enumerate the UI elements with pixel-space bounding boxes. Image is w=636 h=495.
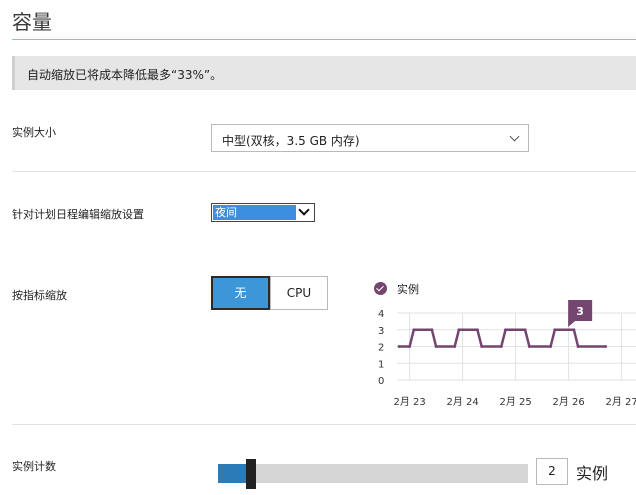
page-title: 容量 (12, 10, 52, 34)
chart-data-point (476, 328, 479, 332)
notice-text: 自动缩放已将成本降低最多“33%”。 (27, 68, 223, 82)
chart-data-point (549, 345, 552, 348)
chart-data-point (397, 345, 401, 348)
chart-y-tick-label: 4 (378, 309, 384, 320)
chart-data-point (480, 345, 484, 348)
chart-data-point (504, 328, 507, 332)
chart-data-point (553, 328, 557, 332)
chevron-down-icon (509, 131, 520, 142)
scale-option-cpu[interactable]: CPU (270, 276, 328, 310)
chart-y-tick-label: 2 (378, 343, 384, 354)
chart-y-tick-label: 0 (378, 376, 384, 387)
chart-x-tick-label: 2月 27 (605, 396, 636, 408)
instance-size-value: 中型(双核，3.5 GB 内存) (222, 134, 360, 148)
section-divider (12, 171, 636, 172)
chart-data-point (412, 328, 416, 332)
chart-data-point (576, 345, 580, 348)
chart-x-tick-label: 2月 24 (446, 396, 478, 408)
scale-option-none[interactable]: 无 (211, 276, 270, 310)
instance-count-slider-fill (218, 464, 246, 483)
autoscale-notice: 自动缩放已将成本降低最多“33%”。 (12, 56, 636, 90)
instance-count-slider-track[interactable] (218, 464, 528, 483)
chart-y-tick-label: 3 (378, 326, 384, 337)
schedule-select[interactable]: 夜间 (211, 203, 315, 222)
chart-annotation-pointer (568, 321, 576, 327)
chart-data-point (430, 328, 434, 332)
legend-check-icon[interactable] (374, 282, 387, 295)
scale-by-metric-label: 按指标缩放 (12, 289, 67, 302)
chart-data-point (457, 328, 461, 332)
chart-data-point (499, 345, 503, 348)
chart-x-tick-label: 2月 26 (552, 396, 584, 408)
chart-legend-label: 实例 (397, 283, 419, 296)
chart-data-point (572, 328, 576, 332)
instance-count-slider-thumb[interactable] (246, 459, 256, 489)
dropdown-arrow-icon (296, 204, 314, 221)
chart-data-point (408, 345, 411, 348)
chart-data-point (434, 345, 438, 348)
instance-chart: 0 1 2 3 4 2月 23 2月 24 2月 25 2月 26 2月 27 3 (378, 300, 636, 408)
instance-count-label: 实例计数 (12, 460, 56, 473)
schedule-label: 针对计划日程编辑缩放设置 (12, 208, 144, 221)
chart-data-point (527, 345, 531, 348)
instance-count-unit: 实例 (576, 464, 609, 483)
chart-series-line (399, 328, 606, 348)
chart-data-point (453, 345, 457, 348)
chart-annotation-label: 3 (576, 305, 584, 318)
chart-data-point (523, 328, 527, 332)
chart-data-point (604, 345, 608, 348)
section-divider (12, 424, 636, 425)
instance-count-input[interactable]: 2 (536, 458, 568, 485)
instance-size-select[interactable]: 中型(双核，3.5 GB 内存) (211, 124, 529, 152)
instance-size-label: 实例大小 (12, 126, 56, 139)
chart-y-tick-label: 1 (378, 359, 384, 370)
chart-x-tick-label: 2月 25 (499, 396, 531, 408)
title-divider (12, 39, 636, 40)
schedule-value: 夜间 (213, 205, 296, 220)
chart-x-tick-label: 2月 23 (393, 396, 425, 408)
